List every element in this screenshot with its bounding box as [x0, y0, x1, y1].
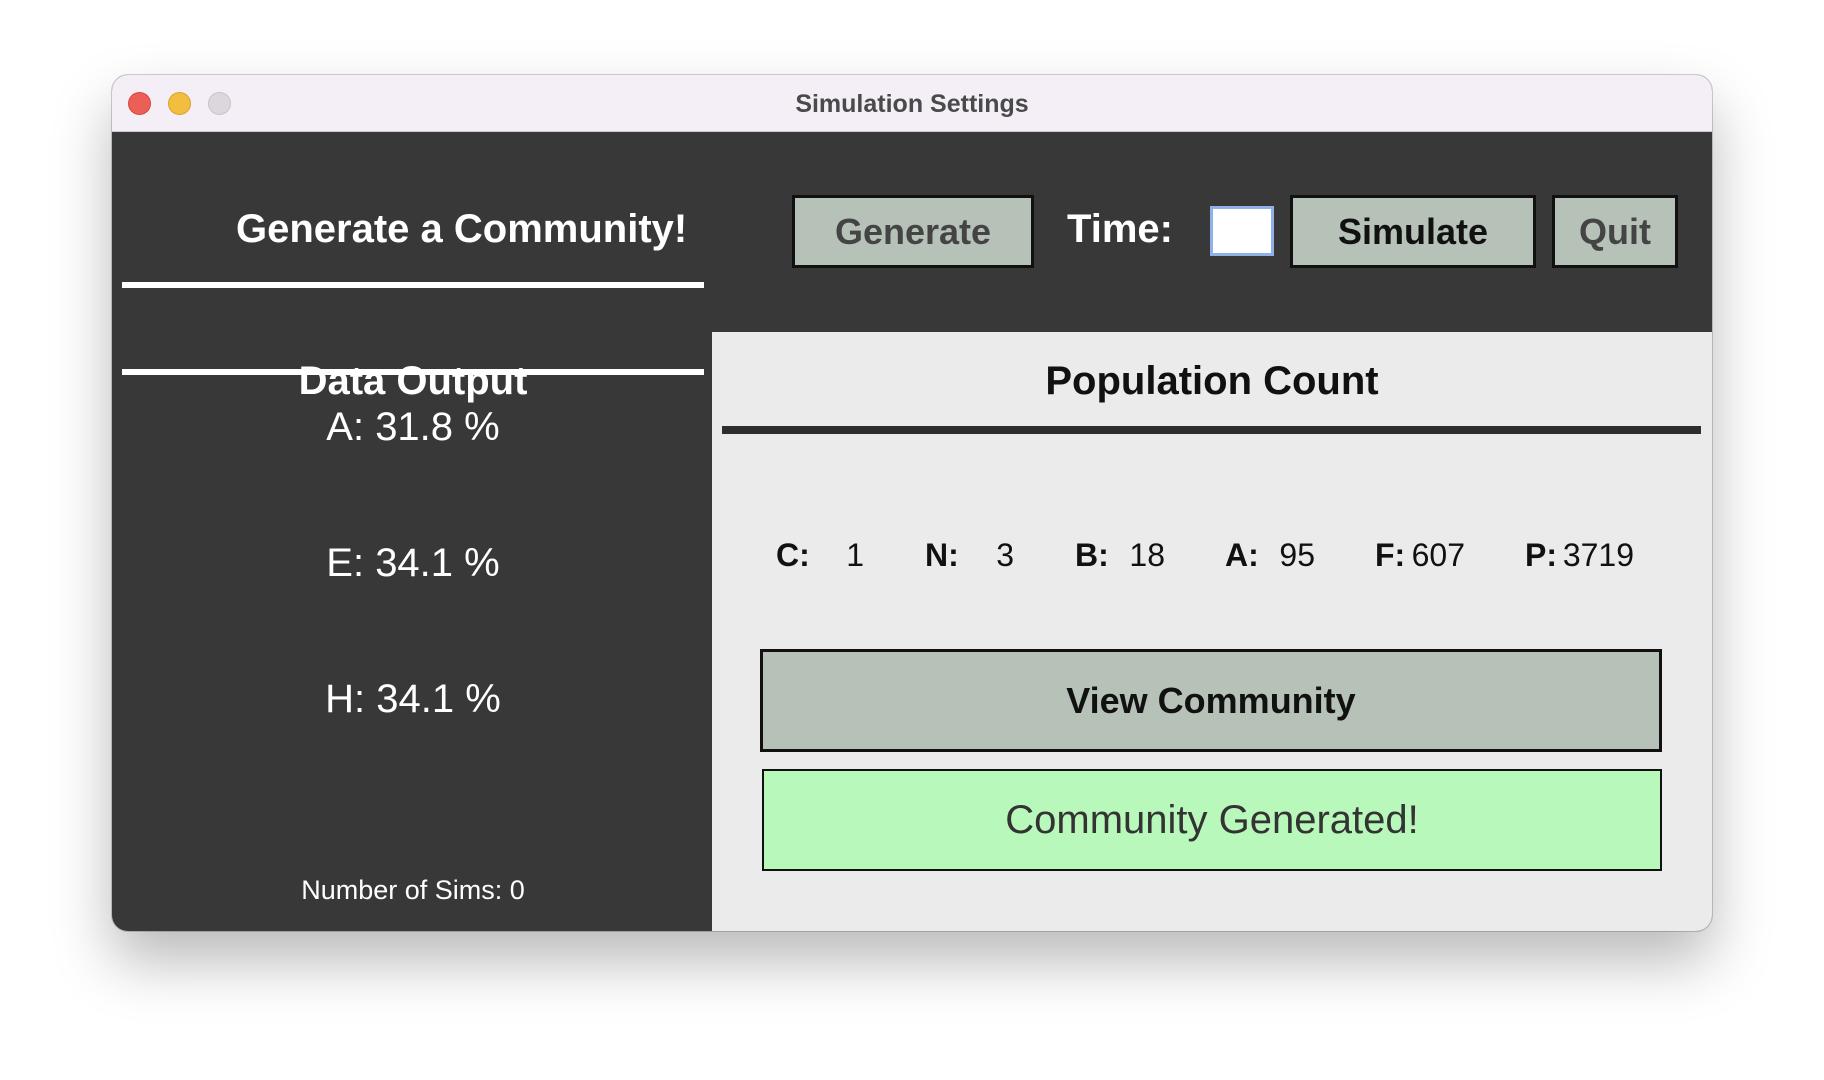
generate-heading: Generate a Community! — [236, 207, 688, 251]
time-input[interactable] — [1210, 206, 1274, 256]
stat-e: E: 34.1 % — [326, 541, 500, 585]
count-value-a: 95 — [1279, 537, 1315, 573]
data-output-title: Data Output — [298, 359, 528, 403]
count-label-c: C: — [776, 537, 810, 573]
generate-button[interactable]: Generate — [792, 195, 1034, 268]
count-value-b: 18 — [1129, 537, 1165, 573]
number-of-sims: Number of Sims: 0 — [301, 875, 525, 905]
status-message: Community Generated! — [762, 769, 1662, 871]
count-label-p: P: — [1525, 537, 1557, 573]
view-community-button[interactable]: View Community — [760, 649, 1662, 752]
count-label-b: B: — [1075, 537, 1109, 573]
data-output-bottom-divider — [122, 369, 704, 375]
simulation-settings-window: Simulation Settings Generate a Community… — [112, 75, 1712, 931]
count-value-n: 3 — [996, 537, 1014, 573]
count-label-a: A: — [1225, 537, 1259, 573]
stat-a: A: 31.8 % — [326, 405, 500, 449]
simulate-button[interactable]: Simulate — [1290, 195, 1536, 268]
stat-h: H: 34.1 % — [325, 677, 501, 721]
count-value-f: 607 — [1411, 537, 1465, 573]
window-title: Simulation Settings — [795, 90, 1029, 118]
time-label: Time: — [1067, 207, 1173, 251]
count-value-c: 1 — [846, 537, 864, 573]
count-value-p: 3719 — [1562, 537, 1634, 573]
quit-button[interactable]: Quit — [1552, 195, 1678, 268]
population-divider — [722, 426, 1701, 434]
count-label-n: N: — [925, 537, 959, 573]
population-title: Population Count — [1045, 359, 1379, 403]
data-output-top-divider — [122, 282, 704, 288]
title-bar: Simulation Settings — [112, 75, 1712, 132]
population-panel: Population Count C: 1 N: 3 B: 18 A: 95 F… — [712, 332, 1712, 931]
